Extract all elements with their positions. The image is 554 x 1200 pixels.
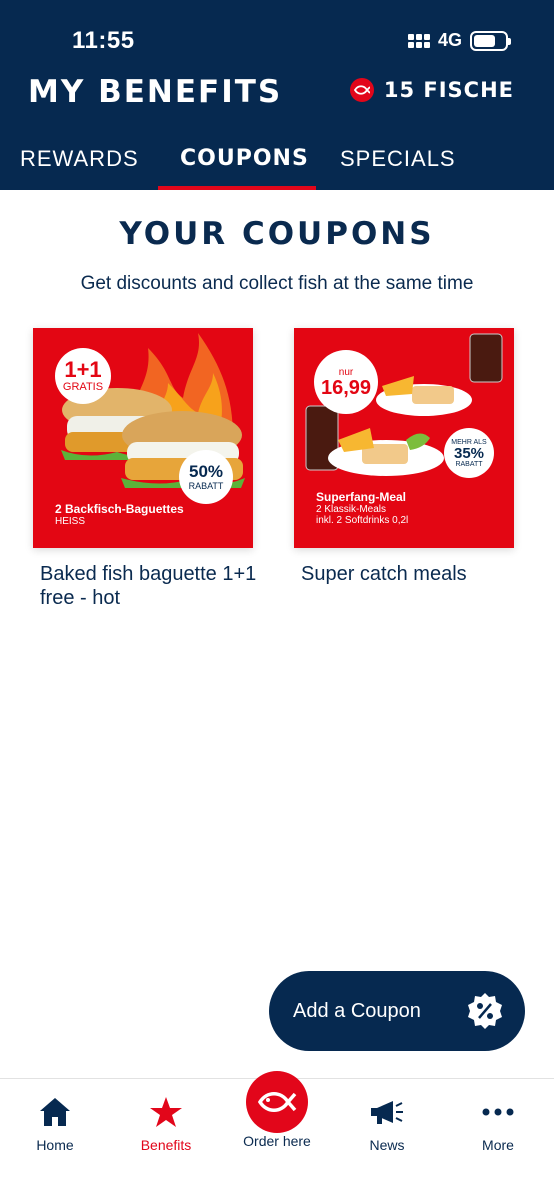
nav-home-label: Home	[36, 1137, 74, 1153]
header: 11:55 4G MY BENEFITS 15 FISCHE REWARDS C…	[0, 0, 554, 190]
nav-more-label: More	[482, 1137, 514, 1153]
more-dots-icon	[482, 1108, 514, 1116]
price-badge: nur 16,99	[314, 350, 378, 414]
fish-logo-icon	[257, 1092, 297, 1112]
nav-news[interactable]: News	[337, 1095, 437, 1153]
section-subtitle: Get discounts and collect fish at the sa…	[80, 273, 474, 294]
free-badge: 1+1 GRATIS	[55, 348, 111, 404]
add-coupon-label: Add a Coupon	[293, 999, 421, 1022]
active-tab-indicator	[158, 186, 316, 190]
bottom-navigation: Home Benefits Order here News More	[0, 1071, 554, 1200]
fish-count-badge[interactable]: 15 FISCHE	[349, 78, 514, 102]
tab-coupons[interactable]: COUPONS	[180, 146, 309, 171]
nav-order-label[interactable]: Order here	[222, 1133, 332, 1149]
product-caption-meals: Superfang-Meal 2 Klassik-Meals inkl. 2 S…	[316, 490, 409, 526]
fish-icon	[349, 78, 374, 102]
product-caption: 2 Backfisch-Baguettes HEISS	[55, 502, 184, 527]
network-type: 4G	[437, 30, 462, 50]
discount-badge: 50% RABATT	[179, 450, 233, 504]
discount-badge-meals: MEHR ALS 35% RABATT	[444, 428, 494, 478]
percent-badge-icon	[468, 993, 502, 1029]
fish-count-label: 15 FISCHE	[383, 78, 514, 102]
nav-benefits[interactable]: Benefits	[116, 1095, 216, 1153]
status-time: 11:55	[72, 27, 135, 54]
nav-home[interactable]: Home	[5, 1095, 105, 1153]
megaphone-icon	[371, 1101, 403, 1124]
battery-icon	[470, 30, 511, 51]
coupon-title: Baked fish baguette 1+1 free - hot	[40, 563, 257, 609]
coupon-image-meals: nur 16,99 MEHR ALS 35% RABATT Superfang-…	[294, 328, 514, 548]
tab-rewards[interactable]: REWARDS	[20, 146, 139, 172]
page-title: MY BENEFITS	[28, 74, 283, 110]
star-icon	[150, 1097, 182, 1127]
home-icon	[40, 1098, 70, 1126]
nav-order-button[interactable]	[246, 1071, 308, 1133]
nav-more[interactable]: More	[448, 1095, 548, 1153]
add-coupon-button[interactable]: Add a Coupon	[269, 971, 525, 1051]
coupon-title: Super catch meals	[301, 563, 467, 585]
tab-specials[interactable]: SPECIALS	[340, 146, 456, 172]
nav-news-label: News	[369, 1137, 405, 1153]
coupon-card-baguette[interactable]: 1+1 GRATIS 50% RABATT 2 Backfisch-Baguet…	[33, 328, 256, 610]
nav-benefits-label: Benefits	[140, 1137, 192, 1153]
section-title: YOUR COUPONS	[119, 216, 435, 252]
signal-icon	[407, 33, 430, 48]
coupon-card-meals[interactable]: nur 16,99 MEHR ALS 35% RABATT Superfang-…	[294, 328, 514, 586]
status-indicators: 4G	[407, 30, 511, 51]
coupon-image-baguette: 1+1 GRATIS 50% RABATT 2 Backfisch-Baguet…	[33, 328, 253, 548]
tab-bar: REWARDS COUPONS SPECIALS	[0, 140, 554, 190]
status-bar: 11:55 4G	[0, 0, 554, 80]
